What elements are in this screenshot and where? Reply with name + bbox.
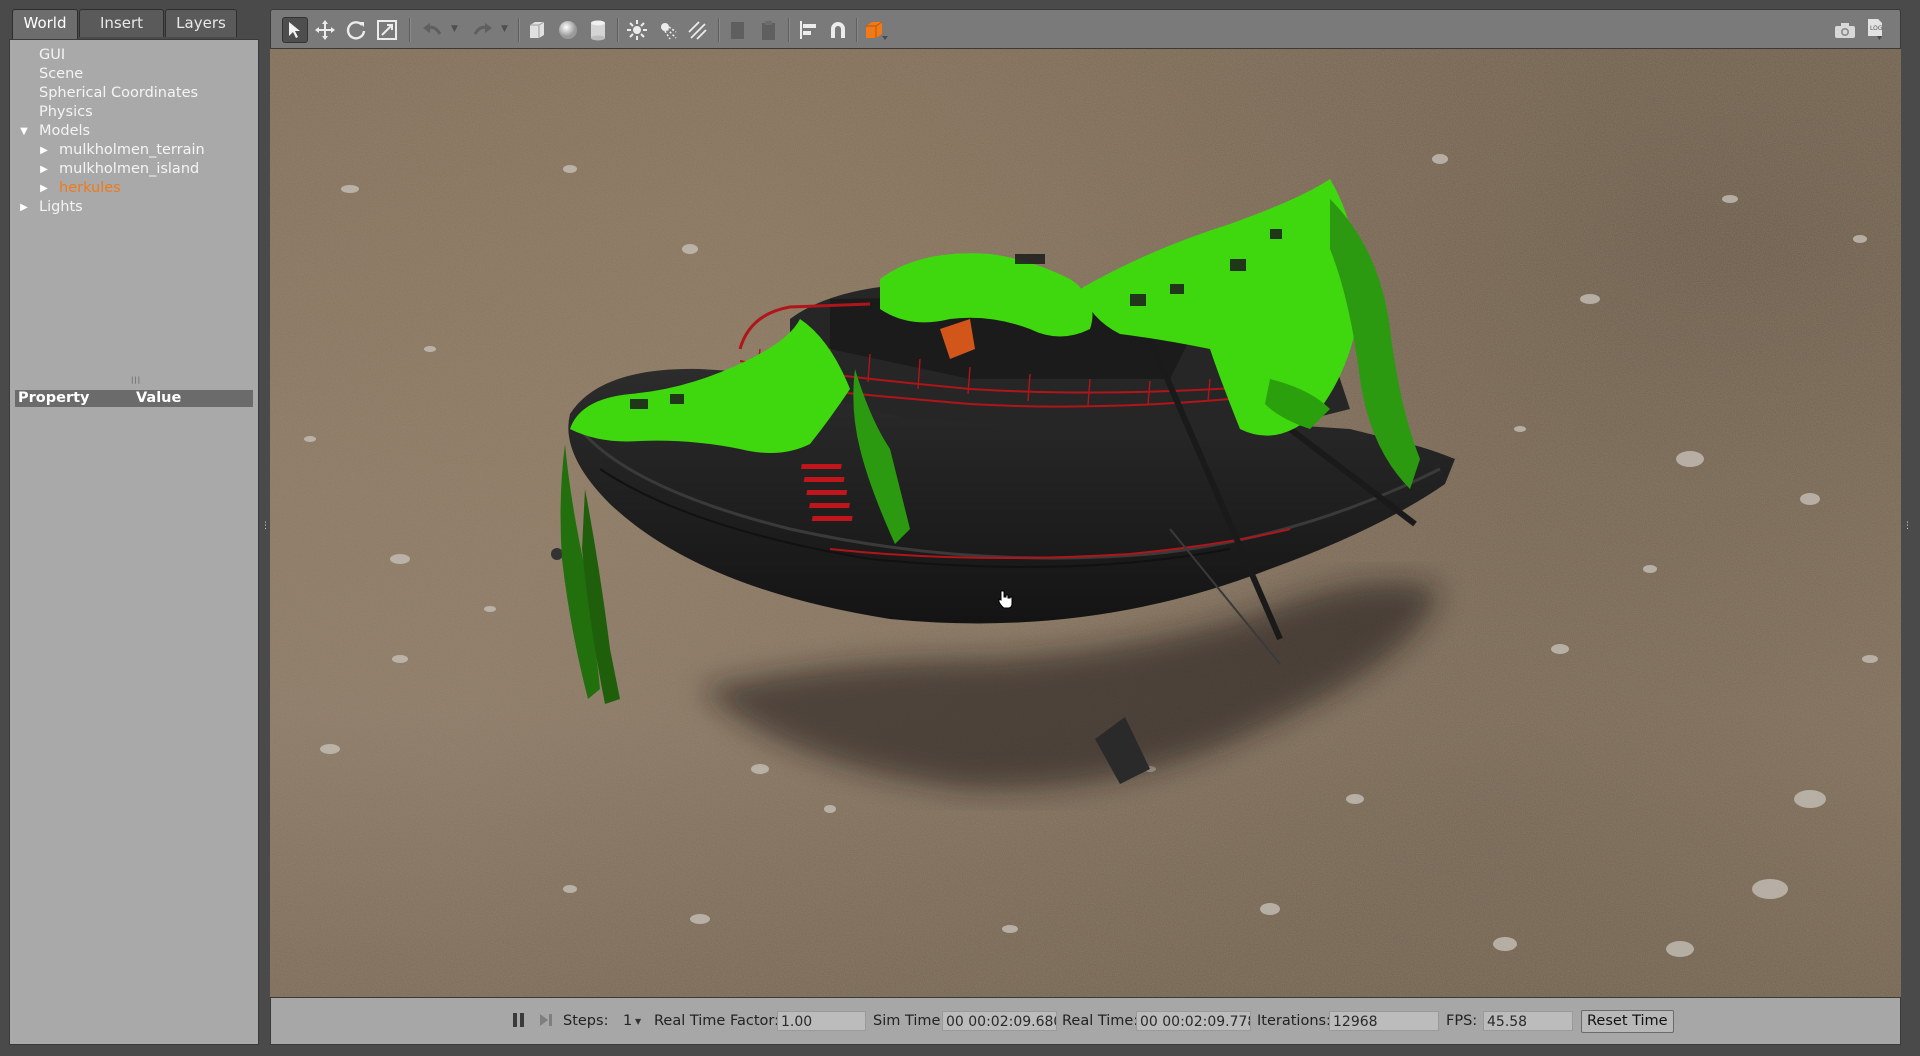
tree-item-label: herkules [59,180,121,196]
simulation-status-bar: Steps: 1 ▼ Real Time Factor: 1.00 Sim Ti… [270,997,1901,1045]
tree-item-mulkholmen-island[interactable]: ▶ mulkholmen_island [10,160,258,179]
tree-item-gui[interactable]: GUI [10,46,258,65]
tab-world[interactable]: World [12,9,78,39]
box-shape-icon[interactable] [524,17,550,43]
cylinder-shape-icon[interactable] [585,17,611,43]
world-tree: GUI Scene Spherical Coordinates Physics … [10,46,258,217]
steps-spinbox[interactable]: 1 [623,1013,632,1029]
tree-item-scene[interactable]: Scene [10,65,258,84]
paste-icon[interactable] [755,17,781,43]
panel-splitter-grip[interactable]: ||| [131,376,141,384]
tree-item-label: Scene [39,66,84,82]
svg-text:LOG: LOG [1870,25,1883,32]
tree-item-models[interactable]: ▼ Models [10,122,258,141]
tree-item-label: Spherical Coordinates [39,85,199,101]
fps-value: 45.58 [1483,1011,1573,1031]
snap-magnet-icon[interactable] [825,17,851,43]
screenshot-camera-icon[interactable] [1832,17,1858,43]
directional-light-icon[interactable] [684,17,710,43]
left-tabbar: World Insert Layers [9,9,259,39]
tree-item-physics[interactable]: Physics [10,103,258,122]
3d-viewport[interactable] [270,49,1901,997]
collapsed-arrow-icon[interactable]: ▶ [38,160,50,179]
rotate-icon[interactable] [343,17,369,43]
spot-light-icon[interactable] [654,17,680,43]
step-forward-icon[interactable] [536,1009,556,1031]
align-icon[interactable] [795,17,821,43]
undo-dropdown-icon[interactable]: ▼ [451,24,458,34]
collapsed-arrow-icon[interactable]: ▶ [38,141,50,160]
scene-render [270,49,1901,997]
collapsed-arrow-icon[interactable]: ▶ [38,179,50,198]
tab-insert[interactable]: Insert [79,9,164,37]
tree-item-mulkholmen-terrain[interactable]: ▶ mulkholmen_terrain [10,141,258,160]
iterations-value: 12968 [1329,1011,1439,1031]
undo-icon[interactable] [419,17,445,43]
property-column-header: Property [18,390,90,406]
toolbar: ▼ ▼ LOG [270,9,1901,49]
copy-icon[interactable] [725,17,751,43]
tree-item-spherical-coordinates[interactable]: Spherical Coordinates [10,84,258,103]
tree-item-herkules[interactable]: ▶ herkules [10,179,258,198]
left-panel-resize-grip[interactable]: ⋮ [261,522,270,537]
value-column-header: Value [136,390,182,406]
expanded-arrow-icon[interactable]: ▼ [18,122,30,141]
translate-icon[interactable] [312,17,338,43]
world-panel: GUI Scene Spherical Coordinates Physics … [9,39,259,1045]
steps-dropdown-icon[interactable]: ▼ [635,1017,641,1026]
scale-icon[interactable] [374,17,400,43]
redo-dropdown-icon[interactable]: ▼ [501,24,508,34]
view-angle-cube-icon[interactable] [863,17,889,43]
fps-label: FPS: [1446,1013,1478,1029]
real-time-factor-value: 1.00 [777,1011,866,1031]
steps-label: Steps: [563,1013,609,1029]
pause-icon[interactable] [509,1009,529,1031]
redo-icon[interactable] [470,17,496,43]
right-panel-resize-grip[interactable]: ⋮ [1903,522,1912,537]
real-time-label: Real Time: [1062,1013,1139,1029]
main-area: ▼ ▼ LOG Steps: 1 ▼ Real Time Factor: 1.0… [270,9,1901,1045]
real-time-factor-label: Real Time Factor: [654,1013,779,1029]
sphere-shape-icon[interactable] [555,17,581,43]
log-record-icon[interactable]: LOG [1862,17,1888,43]
property-table-header: Property Value [15,390,253,407]
sim-time-label: Sim Time: [873,1013,946,1029]
tree-item-label: Models [39,123,91,139]
tree-item-label: mulkholmen_island [59,161,200,177]
collapsed-arrow-icon[interactable]: ▶ [18,198,30,217]
tree-item-label: Lights [39,199,83,215]
tree-item-lights[interactable]: ▶ Lights [10,198,258,217]
tree-item-label: mulkholmen_terrain [59,142,205,158]
tree-item-label: GUI [39,47,66,63]
point-light-icon[interactable] [624,17,650,43]
tree-item-label: Physics [39,104,93,120]
reset-time-button[interactable]: Reset Time [1581,1010,1674,1033]
left-panel: World Insert Layers GUI Scene Spherical … [9,9,259,1045]
real-time-value: 00 00:02:09.778 [1136,1011,1251,1031]
iterations-label: Iterations: [1257,1013,1331,1029]
select-arrow-icon[interactable] [282,17,308,43]
sim-time-value: 00 00:02:09.680 [942,1011,1057,1031]
tab-layers[interactable]: Layers [165,9,237,37]
